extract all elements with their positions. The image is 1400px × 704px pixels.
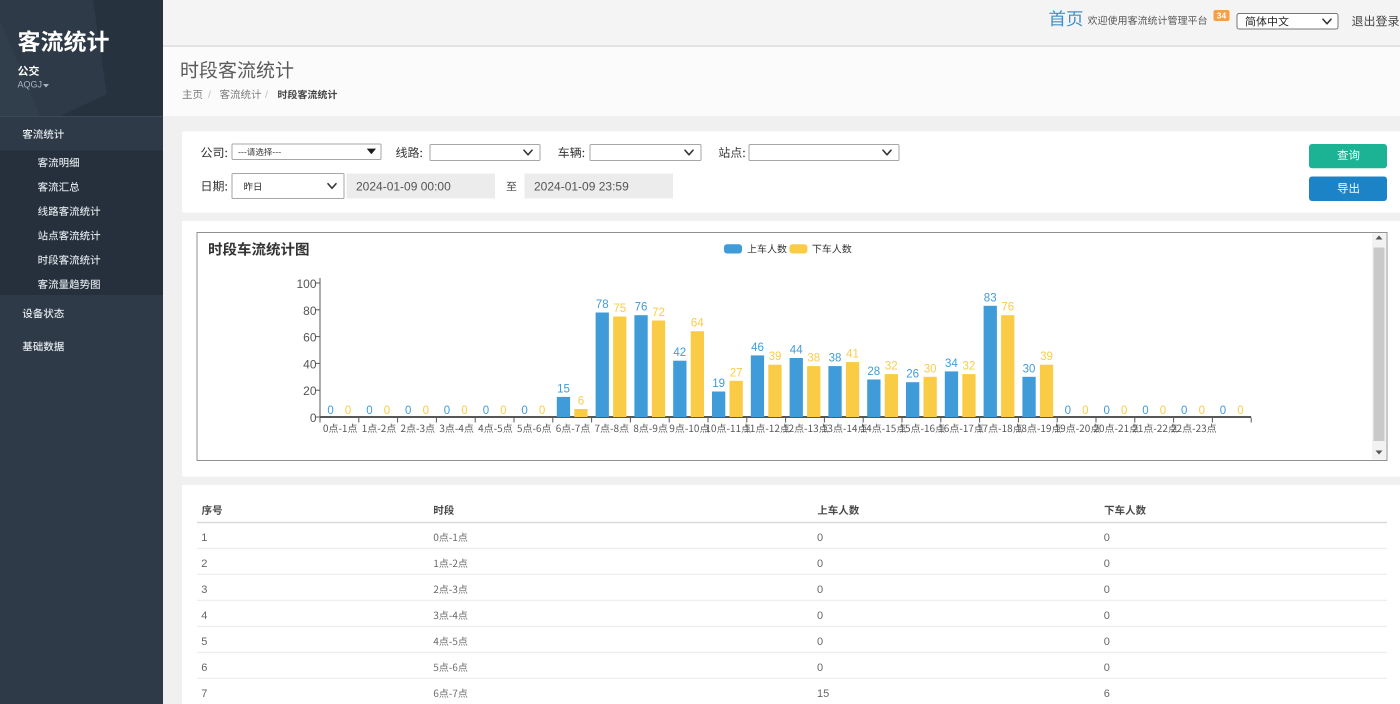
svg-text:32: 32 bbox=[963, 361, 976, 373]
svg-text:20: 20 bbox=[303, 384, 317, 398]
svg-text:0: 0 bbox=[817, 558, 823, 570]
svg-text:0: 0 bbox=[1121, 405, 1127, 417]
svg-text:0: 0 bbox=[1220, 405, 1226, 417]
svg-text:0: 0 bbox=[1104, 558, 1110, 570]
svg-text:39: 39 bbox=[769, 351, 782, 363]
svg-text:30: 30 bbox=[924, 363, 937, 375]
svg-text:83: 83 bbox=[984, 292, 997, 304]
svg-text:0: 0 bbox=[1160, 405, 1166, 417]
svg-text:3: 3 bbox=[201, 584, 207, 596]
svg-text:0: 0 bbox=[444, 405, 450, 417]
svg-text:0: 0 bbox=[817, 532, 823, 544]
svg-text:15: 15 bbox=[817, 688, 829, 700]
svg-text:30: 30 bbox=[1023, 363, 1036, 375]
svg-text:46: 46 bbox=[751, 342, 764, 354]
svg-text:26: 26 bbox=[906, 369, 919, 381]
svg-text:0: 0 bbox=[1104, 636, 1110, 648]
svg-text:/: / bbox=[265, 89, 268, 101]
svg-text:0: 0 bbox=[521, 405, 527, 417]
svg-text:0: 0 bbox=[817, 636, 823, 648]
svg-text:0: 0 bbox=[1065, 405, 1071, 417]
svg-text:4: 4 bbox=[201, 610, 207, 622]
svg-text:0: 0 bbox=[1082, 405, 1088, 417]
svg-text:0: 0 bbox=[1181, 405, 1187, 417]
svg-text:44: 44 bbox=[790, 345, 803, 357]
svg-text:1: 1 bbox=[201, 532, 207, 544]
svg-text:2: 2 bbox=[201, 558, 207, 570]
svg-text:0: 0 bbox=[384, 405, 390, 417]
svg-text:0: 0 bbox=[817, 662, 823, 674]
svg-text:0: 0 bbox=[1237, 405, 1243, 417]
svg-text:60: 60 bbox=[303, 331, 317, 345]
svg-text:0: 0 bbox=[1104, 532, 1110, 544]
svg-text:6: 6 bbox=[201, 662, 207, 674]
svg-text:2024-01-09 00:00: 2024-01-09 00:00 bbox=[356, 180, 451, 194]
svg-text:27: 27 bbox=[730, 367, 743, 379]
svg-text:0: 0 bbox=[539, 405, 545, 417]
svg-text:0: 0 bbox=[345, 405, 351, 417]
svg-text:15: 15 bbox=[557, 383, 570, 395]
svg-text:76: 76 bbox=[1001, 302, 1014, 314]
svg-text:0: 0 bbox=[327, 405, 333, 417]
svg-text:38: 38 bbox=[829, 353, 842, 365]
svg-text:34: 34 bbox=[1217, 11, 1227, 21]
svg-text:0: 0 bbox=[1104, 662, 1110, 674]
svg-text:5: 5 bbox=[201, 636, 207, 648]
svg-text:32: 32 bbox=[885, 361, 898, 373]
svg-text:0: 0 bbox=[423, 405, 429, 417]
svg-text:0: 0 bbox=[1103, 405, 1109, 417]
svg-text:2024-01-09 23:59: 2024-01-09 23:59 bbox=[534, 180, 629, 194]
svg-text:0: 0 bbox=[1104, 584, 1110, 596]
svg-text:34: 34 bbox=[945, 358, 958, 370]
svg-text:6: 6 bbox=[1104, 688, 1110, 700]
svg-text:38: 38 bbox=[807, 353, 820, 365]
svg-text:72: 72 bbox=[652, 307, 665, 319]
svg-text:42: 42 bbox=[673, 347, 686, 359]
svg-text:7: 7 bbox=[201, 688, 207, 700]
svg-text:0: 0 bbox=[461, 405, 467, 417]
svg-text:39: 39 bbox=[1040, 351, 1053, 363]
svg-text:0: 0 bbox=[1142, 405, 1148, 417]
svg-text:76: 76 bbox=[635, 302, 648, 314]
svg-text:80: 80 bbox=[303, 304, 317, 318]
svg-text:0: 0 bbox=[1104, 610, 1110, 622]
svg-text:19: 19 bbox=[712, 378, 725, 390]
svg-text:/: / bbox=[208, 89, 211, 101]
svg-text:0: 0 bbox=[366, 405, 372, 417]
svg-text:28: 28 bbox=[867, 366, 880, 378]
svg-text:0: 0 bbox=[1199, 405, 1205, 417]
svg-text:41: 41 bbox=[846, 349, 859, 361]
svg-text:0: 0 bbox=[483, 405, 489, 417]
svg-text:75: 75 bbox=[613, 303, 626, 315]
svg-text:0: 0 bbox=[405, 405, 411, 417]
svg-text:64: 64 bbox=[691, 318, 704, 330]
svg-text:78: 78 bbox=[596, 299, 609, 311]
svg-text:AQGJ: AQGJ bbox=[18, 80, 43, 90]
svg-text:6: 6 bbox=[578, 396, 584, 408]
svg-text:0: 0 bbox=[817, 584, 823, 596]
svg-text:0: 0 bbox=[310, 411, 317, 425]
svg-text:0: 0 bbox=[500, 405, 506, 417]
svg-text:40: 40 bbox=[303, 357, 317, 371]
svg-text:100: 100 bbox=[296, 277, 316, 291]
svg-text:0: 0 bbox=[817, 610, 823, 622]
